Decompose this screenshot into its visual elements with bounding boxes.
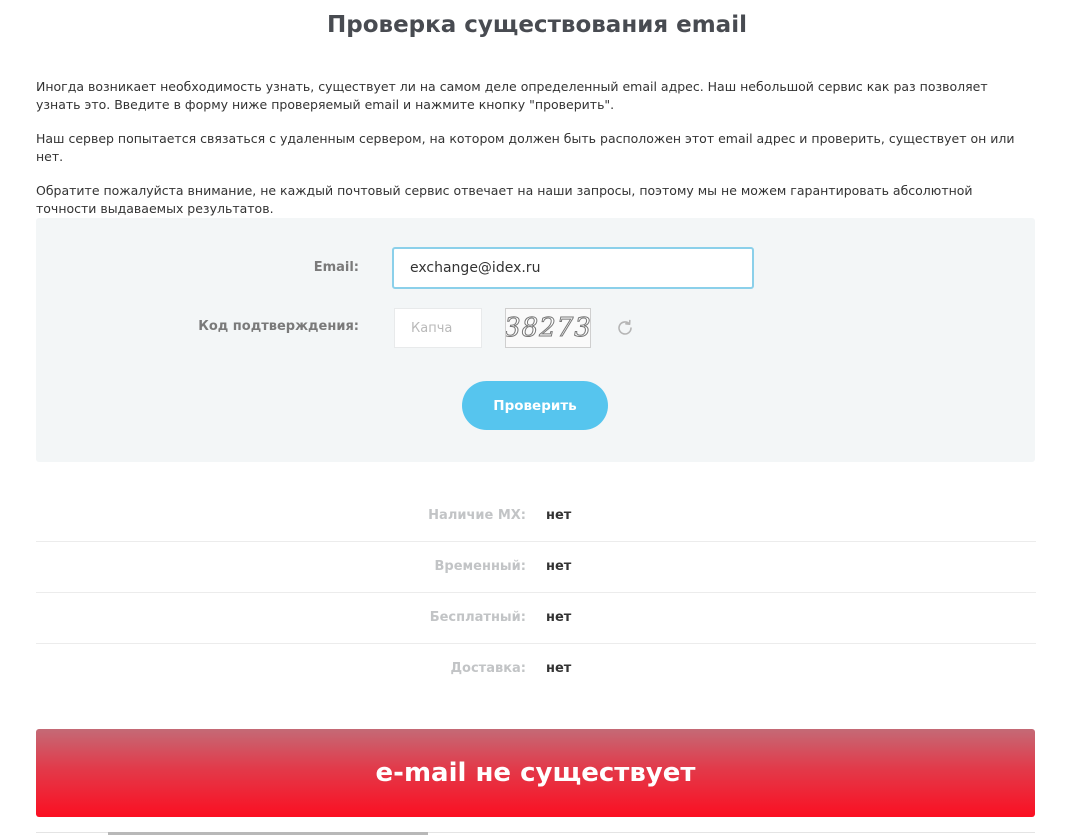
check-form: Email: Код подтверждения: 38273 Проверит…: [36, 218, 1035, 462]
result-value: нет: [546, 559, 572, 574]
intro-paragraph: Наш сервер попытается связаться с удален…: [36, 131, 1015, 164]
result-row: Доставка: нет: [36, 644, 1036, 694]
intro-paragraph: Иногда возникает необходимость узнать, с…: [36, 79, 988, 112]
page-title: Проверка существования email: [327, 12, 747, 38]
result-row: Временный: нет: [36, 542, 1036, 593]
result-banner: e-mail не существует: [36, 729, 1035, 817]
result-label: Доставка:: [450, 661, 526, 676]
result-label: Временный:: [434, 559, 526, 574]
result-value: нет: [546, 610, 572, 625]
result-value: нет: [546, 661, 572, 676]
result-row: Бесплатный: нет: [36, 593, 1036, 644]
captcha-image-text: 38273: [505, 313, 591, 344]
captcha-label: Код подтверждения:: [198, 319, 359, 334]
result-value: нет: [546, 508, 572, 523]
intro-paragraph: Обратите пожалуйста внимание, не каждый …: [36, 183, 973, 216]
captcha-image: 38273: [505, 308, 591, 348]
captcha-input[interactable]: [394, 308, 482, 348]
email-input[interactable]: [392, 247, 754, 289]
result-label: Бесплатный:: [429, 610, 526, 625]
check-button[interactable]: Проверить: [462, 381, 608, 430]
result-row: Наличие MX: нет: [36, 491, 1036, 542]
email-label: Email:: [313, 260, 359, 275]
refresh-icon[interactable]: [614, 317, 636, 339]
intro-text: Иногда возникает необходимость узнать, с…: [36, 78, 1036, 234]
results-table: Наличие MX: нет Временный: нет Бесплатны…: [36, 491, 1036, 694]
result-label: Наличие MX:: [428, 508, 526, 523]
